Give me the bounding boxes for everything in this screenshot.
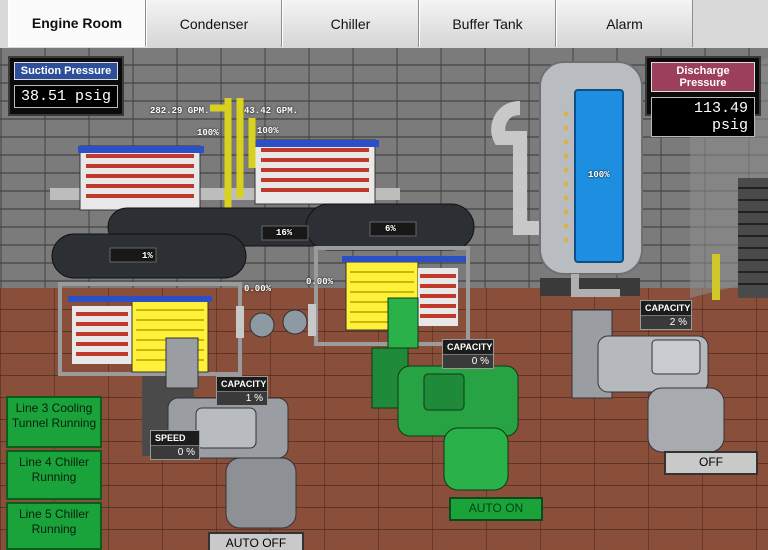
discharge-pressure-value: 113.49 psig [651,97,755,137]
right-compressor-mode-button[interactable]: OFF [664,451,758,475]
left-capacity-box: CAPACITY 1 % [216,376,268,406]
left-speed-box: SPEED 0 % [150,430,200,460]
compressor-right [571,309,725,453]
compressor-middle [371,297,519,491]
pump-2-output: 0.00% [306,277,334,287]
flow-1-percent: 100% [197,128,219,138]
tab-bar: Engine Room Condenser Chiller Buffer Tan… [0,0,768,49]
pumps [236,304,316,338]
right-capacity-box: CAPACITY 2 % [640,300,692,330]
middle-capacity-label: CAPACITY [443,340,493,354]
buffer-tank [491,61,643,297]
engine-room-scene: Suction Pressure 38.51 psig Discharge Pr… [0,48,768,550]
flow-1-gpm: 282.29 GPM. [150,106,210,116]
discharge-pressure-label: Discharge Pressure [651,62,755,92]
flow-2-gpm: 43.42 GPM. [244,106,299,116]
right-capacity-value: 2 % [641,315,691,329]
suction-pressure-panel: Suction Pressure 38.51 psig [8,56,124,116]
middle-capacity-box: CAPACITY 0 % [442,339,494,369]
left-speed-value: 0 % [151,445,199,459]
discharge-pressure-panel: Discharge Pressure 113.49 psig [645,56,761,137]
tank-level-label: 100% [588,170,610,180]
right-capacity-label: CAPACITY [641,301,691,315]
vessel-right-level: 6% [385,224,396,234]
vessel-middle-level: 16% [276,228,293,238]
wall-vent [738,178,768,298]
tab-alarm[interactable]: Alarm [556,0,693,47]
middle-compressor-mode-button[interactable]: AUTO ON [449,497,543,521]
left-speed-label: SPEED [151,431,199,445]
pump-1-output: 0.00% [244,284,272,294]
middle-capacity-value: 0 % [443,354,493,368]
suction-pressure-value: 38.51 psig [14,85,118,108]
flow-2-percent: 100% [257,126,279,136]
tab-engine-room[interactable]: Engine Room [8,0,146,47]
tab-buffer-tank[interactable]: Buffer Tank [419,0,556,47]
tab-chiller[interactable]: Chiller [282,0,419,47]
left-capacity-label: CAPACITY [217,377,267,391]
status-line-5[interactable]: Line 5 Chiller Running [6,502,102,550]
status-line-4[interactable]: Line 4 Chiller Running [6,450,102,500]
left-capacity-value: 1 % [217,391,267,405]
vessel-left-level: 1% [142,251,153,261]
suction-pressure-label: Suction Pressure [14,62,118,80]
yellow-bollard [712,254,720,300]
left-compressor-mode-button[interactable]: AUTO OFF [208,532,304,550]
tab-condenser[interactable]: Condenser [146,0,282,47]
status-line-3[interactable]: Line 3 Cooling Tunnel Running [6,396,102,448]
